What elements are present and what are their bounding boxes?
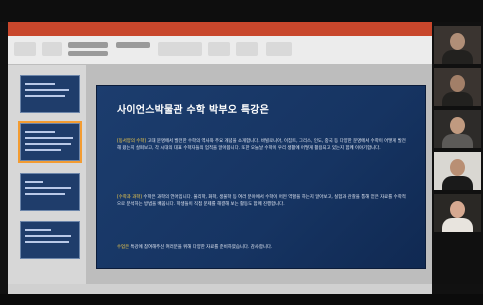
slide-thumbnail[interactable]: [20, 221, 80, 259]
slide-thumbnail[interactable]: [18, 121, 82, 163]
slide-editor[interactable]: 사이언스박물관 수학 박부오 특강은 [동서양의 수학] 고대 문명에서 발전한…: [86, 65, 432, 284]
participant-video[interactable]: [434, 194, 481, 232]
new-slide-icon[interactable]: [42, 42, 62, 56]
shapes-icon[interactable]: [158, 42, 202, 56]
find-icon[interactable]: [266, 42, 292, 56]
paragraph-text: 특강에 참여해주신 여러분을 위해 다양한 자료를 준비하였습니다. 감사합니다…: [129, 245, 273, 250]
top-bar: [0, 0, 483, 22]
meeting-control-bar: [0, 294, 483, 305]
participant-video[interactable]: [434, 152, 481, 190]
participant-video[interactable]: [434, 110, 481, 148]
font-box-icon[interactable]: [68, 42, 108, 48]
participant-video-strip: [432, 22, 483, 284]
slide-thumbnail[interactable]: [20, 173, 80, 211]
slide-paragraph-1: [동서양의 수학] 고대 문명에서 발전한 수학의 역사와 주요 개념을 소개합…: [117, 138, 409, 152]
participant-video[interactable]: [434, 26, 481, 64]
slide-paragraph-3: 수업은 특강에 참여해주신 여러분을 위해 다양한 자료를 준비하였습니다. 감…: [117, 244, 409, 251]
participant-video[interactable]: [434, 68, 481, 106]
paragraph-text: 수학은 과학의 언어입니다. 물리학, 화학, 생물학 등 여러 분야에서 수학…: [117, 195, 406, 207]
clipboard-icon[interactable]: [14, 42, 36, 56]
quick-style-icon[interactable]: [236, 42, 258, 56]
slide-title: 사이언스박물관 수학 박부오 특강은: [117, 105, 270, 116]
paragraph-highlight: 수업은: [117, 245, 130, 250]
paragraph-icon[interactable]: [116, 42, 150, 48]
paragraph-highlight: [동서양의 수학]: [117, 139, 147, 144]
status-bar: [8, 284, 432, 294]
arrange-icon[interactable]: [208, 42, 230, 56]
current-slide[interactable]: 사이언스박물관 수학 박부오 특강은 [동서양의 수학] 고대 문명에서 발전한…: [96, 85, 426, 269]
paragraph-text: 고대 문명에서 발전한 수학의 역사와 주요 개념을 소개합니다. 바빌로니아,…: [117, 139, 406, 151]
font-format-icon[interactable]: [68, 51, 108, 56]
slide-thumbnail[interactable]: [20, 75, 80, 113]
slide-paragraph-2: [수학과 과학] 수학은 과학의 언어입니다. 물리학, 화학, 생물학 등 여…: [117, 194, 409, 208]
ribbon-toolbar: [8, 36, 432, 65]
ribbon-tabs[interactable]: [8, 22, 432, 36]
slide-thumbnails-panel: [8, 65, 86, 284]
paragraph-highlight: [수학과 과학]: [117, 195, 143, 200]
presentation-window: 사이언스박물관 수학 박부오 특강은 [동서양의 수학] 고대 문명에서 발전한…: [8, 22, 432, 284]
